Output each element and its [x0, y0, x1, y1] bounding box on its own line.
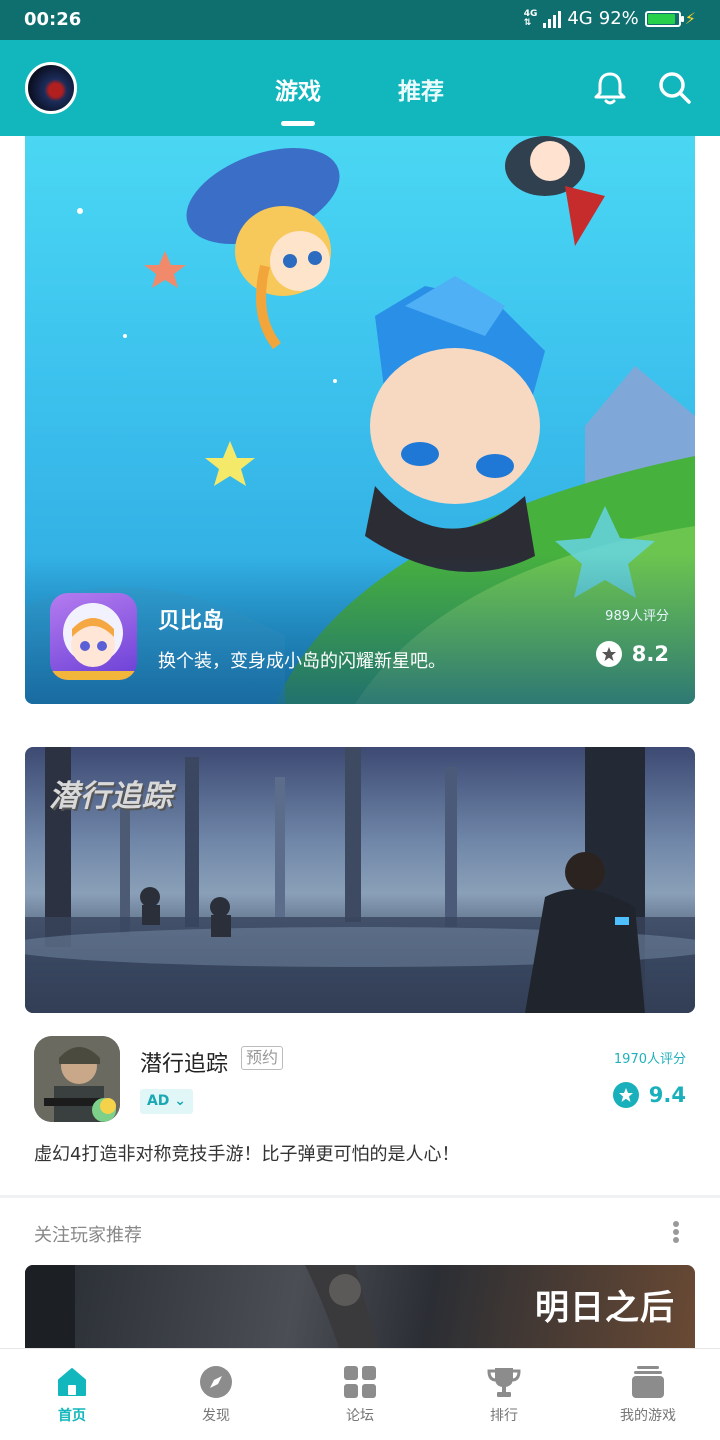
signal-icon: [543, 10, 562, 28]
avatar[interactable]: [25, 62, 77, 114]
featured-game-description: 换个装，变身成小岛的闪耀新星吧。: [158, 651, 446, 672]
app-header: 游戏 推荐: [0, 40, 720, 136]
nav-ranking[interactable]: 排行: [432, 1349, 576, 1440]
status-bar: 00:26 4G ⇅ 4G 92% ⚡: [0, 0, 720, 40]
compass-icon: [200, 1366, 232, 1398]
tab-recommend[interactable]: 推荐: [398, 72, 444, 106]
network-label: 4G: [567, 8, 593, 29]
game-score: 9.4: [648, 1083, 686, 1107]
nav-home[interactable]: 首页: [0, 1349, 144, 1440]
nav-my-games-label: 我的游戏: [620, 1408, 676, 1424]
chevron-down-icon: ⌄: [174, 1093, 187, 1109]
game-banner-title: 潜行追踪: [49, 779, 173, 814]
grid-icon: [344, 1366, 376, 1398]
nav-ranking-label: 排行: [490, 1408, 518, 1424]
game-banner[interactable]: 潜行追踪: [25, 747, 695, 1013]
game-library-icon: [632, 1366, 664, 1398]
star-icon: [595, 641, 622, 667]
featured-game-title[interactable]: 贝比岛: [158, 603, 224, 635]
ad-badge[interactable]: AD ⌄: [140, 1089, 193, 1114]
clock: 00:26: [24, 9, 82, 30]
app-screen: 00:26 4G ⇅ 4G 92% ⚡ 游戏 推荐 贝比岛 换个装，变身成小岛的…: [0, 0, 720, 1440]
more-options-icon[interactable]: [672, 1220, 680, 1244]
section-divider: [0, 1195, 720, 1198]
recommended-banner-title: 明日之后: [535, 1288, 675, 1328]
featured-game-icon[interactable]: [50, 593, 137, 680]
game-rating: 9.4: [612, 1082, 686, 1108]
featured-rating-count: 989人评分: [605, 609, 669, 624]
home-icon: [58, 1368, 86, 1396]
featured-rating: 8.2: [595, 641, 669, 667]
section-title: 关注玩家推荐: [34, 1225, 142, 1246]
bottom-navigation: 首页 发现 论坛 排行 我的游戏: [0, 1348, 720, 1440]
nav-discover-label: 发现: [202, 1408, 230, 1424]
battery-percent: 92%: [598, 8, 639, 29]
nav-my-games[interactable]: 我的游戏: [576, 1349, 720, 1440]
nav-forum[interactable]: 论坛: [288, 1349, 432, 1440]
tab-games[interactable]: 游戏: [275, 72, 321, 106]
featured-score: 8.2: [631, 642, 669, 666]
game-title[interactable]: 潜行追踪: [140, 1046, 228, 1078]
nav-forum-label: 论坛: [346, 1408, 374, 1424]
game-rating-count: 1970人评分: [613, 1052, 686, 1067]
ad-label: AD: [146, 1093, 170, 1109]
tab-indicator: [281, 121, 315, 126]
featured-game-card[interactable]: 贝比岛 换个装，变身成小岛的闪耀新星吧。 989人评分 8.2: [25, 136, 695, 704]
search-icon[interactable]: [655, 68, 695, 108]
star-icon: [612, 1082, 639, 1108]
game-icon[interactable]: [34, 1036, 120, 1122]
charging-icon: ⚡: [684, 9, 696, 28]
status-icons: 4G ⇅ 4G 92% ⚡: [524, 8, 696, 29]
battery-icon: [644, 10, 684, 27]
preorder-tag: 预约: [241, 1046, 284, 1070]
network-type-icon: 4G ⇅: [523, 8, 538, 28]
bell-icon[interactable]: [590, 68, 630, 108]
trophy-icon: [487, 1368, 521, 1397]
game-description: 虚幻4打造非对称竞技手游！比子弹更可怕的是人心！: [34, 1144, 460, 1165]
nav-home-label: 首页: [58, 1408, 86, 1424]
nav-discover[interactable]: 发现: [144, 1349, 288, 1440]
